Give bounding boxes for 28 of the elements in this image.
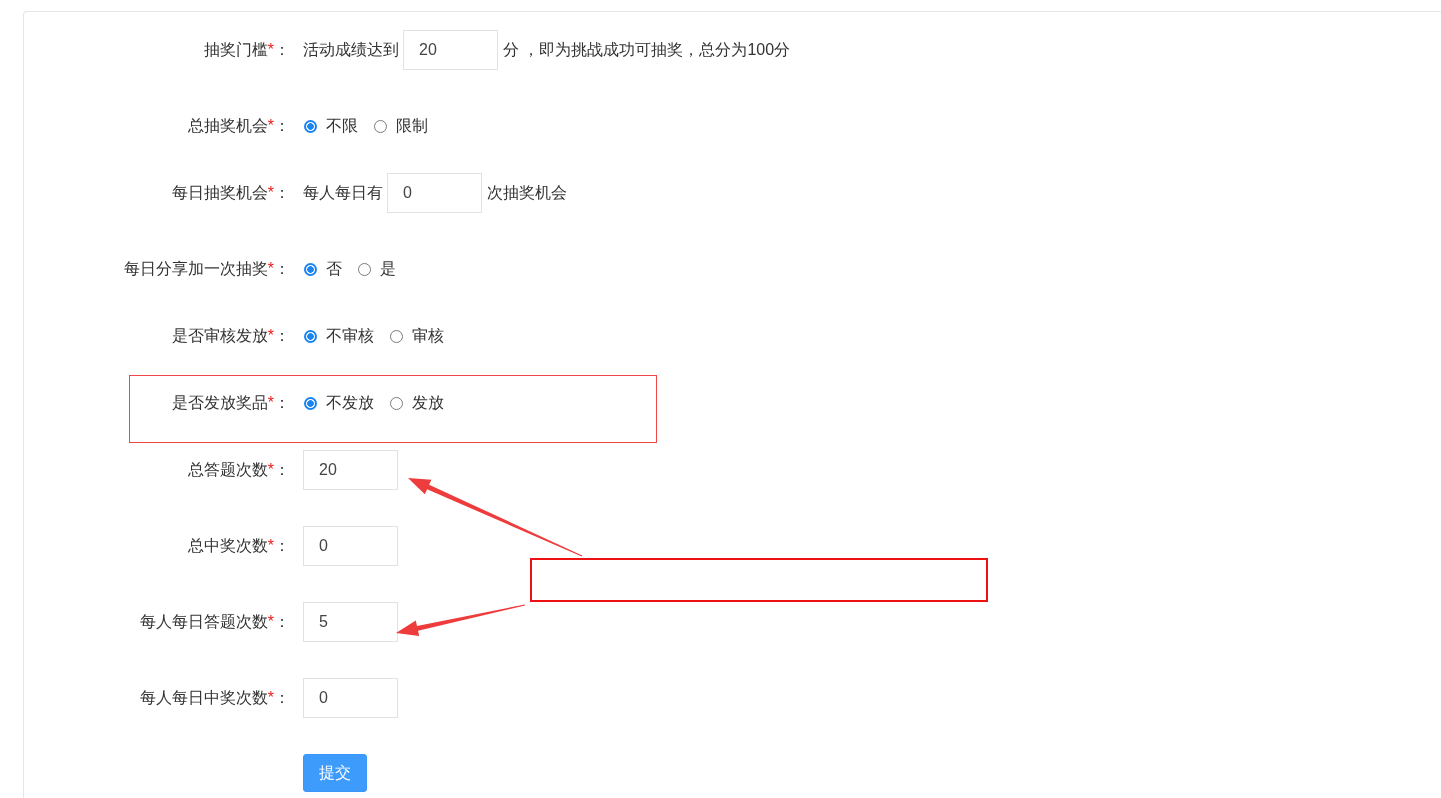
field-label: 总答题次数*：: [186, 459, 290, 480]
field-text: 分 ，即为挑战成功可抽奖，总分为100分: [503, 39, 791, 60]
radio-option[interactable]: 审核: [389, 325, 444, 347]
input-field[interactable]: 20: [403, 30, 498, 70]
field-text: 次抽奖机会: [487, 182, 567, 203]
field-label: 抽奖门槛*：: [202, 39, 290, 60]
radio-option[interactable]: 不限: [303, 115, 358, 137]
field-label: 总中奖次数*：: [186, 535, 290, 556]
radio-option[interactable]: 不发放: [303, 392, 374, 414]
field-text: 活动成绩达到: [303, 39, 399, 60]
input-field[interactable]: 0: [303, 678, 398, 718]
field-label: 每人每日中奖次数*：: [138, 687, 290, 708]
field-label: 总抽奖机会*：: [186, 115, 290, 136]
field-label: 是否审核发放*：: [170, 325, 290, 346]
radio-option[interactable]: 不审核: [303, 325, 374, 347]
input-field[interactable]: 5: [303, 602, 398, 642]
input-field[interactable]: 0: [387, 173, 482, 213]
radio-option[interactable]: 发放: [389, 392, 444, 414]
radio-option[interactable]: 否: [303, 258, 342, 280]
field-label: 每日抽奖机会*：: [170, 182, 290, 203]
radio-option[interactable]: 是: [357, 258, 396, 280]
field-label: 是否发放奖品*：: [170, 392, 290, 413]
input-field[interactable]: 20: [303, 450, 398, 490]
field-text: 每人每日有: [303, 182, 383, 203]
field-label: 每日分享加一次抽奖*：: [122, 258, 290, 279]
input-field[interactable]: 0: [303, 526, 398, 566]
radio-option[interactable]: 限制: [373, 115, 428, 137]
field-label: 每人每日答题次数*：: [138, 611, 290, 632]
